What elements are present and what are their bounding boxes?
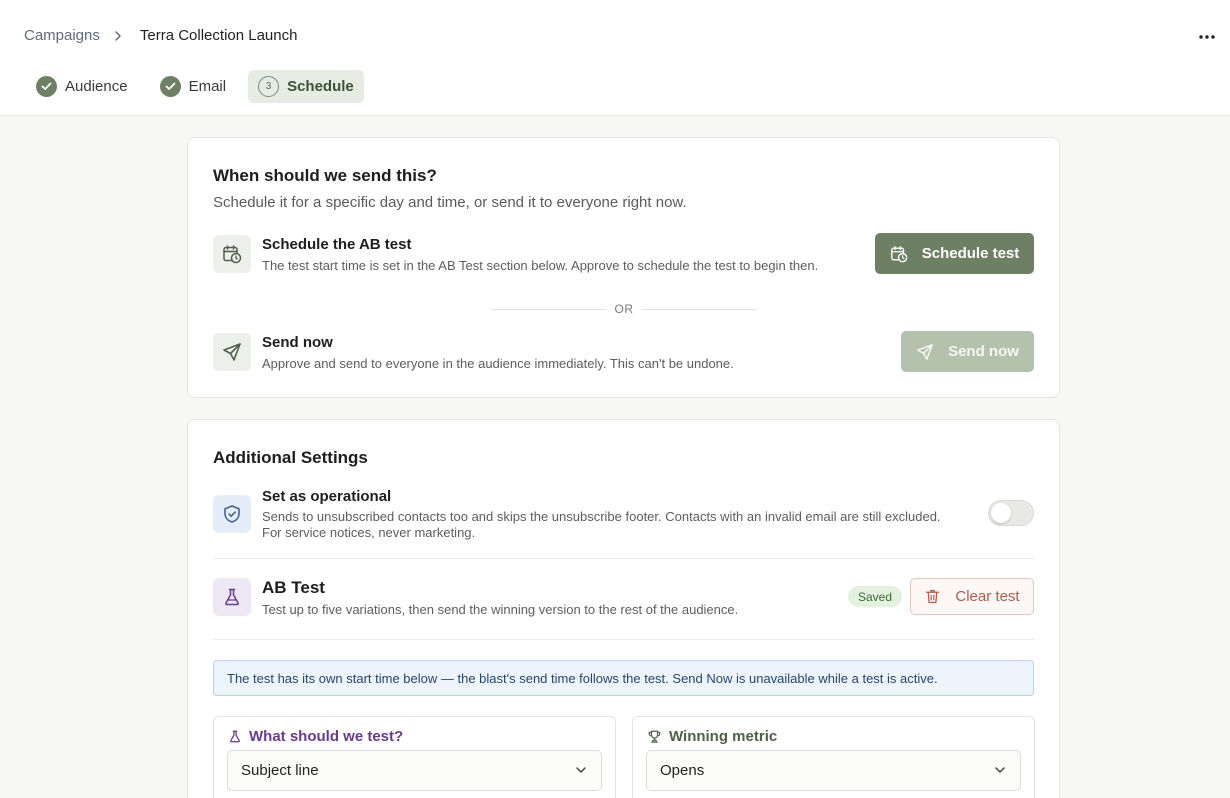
schedule-test-button-label: Schedule test (921, 245, 1020, 262)
step-audience[interactable]: Audience (26, 70, 138, 103)
breadcrumb: Campaigns Terra Collection Launch (24, 27, 297, 44)
card-title: When should we send this? (213, 166, 437, 185)
send-schedule-card: When should we send this? Schedule it fo… (187, 137, 1060, 398)
step-label: Audience (65, 78, 128, 95)
panel-label: Winning metric (669, 728, 778, 745)
toggle-knob (991, 503, 1011, 523)
chevron-down-icon (576, 767, 586, 773)
option-title: Send now (262, 334, 333, 351)
breadcrumb-campaigns-link[interactable]: Campaigns (24, 27, 100, 44)
setting-title: Set as operational (262, 488, 392, 505)
option-description: The test start time is set in the AB Tes… (262, 258, 819, 273)
flask-icon (213, 578, 251, 616)
step-schedule[interactable]: 3 Schedule (248, 70, 364, 103)
ellipsis-icon (1199, 35, 1215, 39)
divider (213, 558, 1034, 559)
option-title: Schedule the AB test (262, 236, 412, 253)
additional-settings-card: Additional Settings Set as operational S… (187, 419, 1060, 798)
check-circle-icon (159, 76, 181, 97)
check-circle-icon (36, 76, 57, 97)
panel-header: What should we test? (228, 728, 403, 745)
chevron-down-icon (995, 767, 1005, 773)
send-icon (917, 343, 933, 360)
chevron-right-icon (114, 30, 122, 42)
card-title: Additional Settings (213, 448, 368, 467)
divider (213, 639, 1034, 640)
select-value: Opens (660, 762, 705, 779)
clear-test-button-label: Clear test (955, 588, 1020, 605)
clear-test-button[interactable]: Clear test (910, 578, 1034, 615)
step-number: 3 (258, 76, 280, 97)
ab-test-notice: The test has its own start time below — … (213, 660, 1034, 696)
send-now-button-label: Send now (948, 343, 1019, 360)
schedule-option: Schedule the AB test The test start time… (213, 233, 1034, 276)
setting-title: AB Test (262, 578, 325, 597)
trophy-icon (648, 730, 661, 743)
trash-icon (926, 589, 940, 604)
option-description: Approve and send to everyone in the audi… (262, 356, 734, 371)
setting-description: Sends to unsubscribed contacts too and s… (262, 509, 941, 524)
send-icon (213, 333, 251, 371)
schedule-test-button[interactable]: Schedule test (875, 233, 1034, 274)
calendar-clock-icon (213, 235, 251, 273)
step-label: Schedule (287, 78, 354, 95)
send-now-option: Send now Approve and send to everyone in… (213, 331, 1034, 374)
operational-toggle[interactable] (988, 500, 1034, 526)
stepper: Audience Email 3 Schedule (26, 70, 376, 103)
more-options-button[interactable] (1196, 26, 1218, 48)
operational-setting: Set as operational Sends to unsubscribed… (213, 488, 1034, 548)
ab-test-setting: AB Test Test up to five variations, then… (213, 578, 1034, 618)
step-email[interactable]: Email (150, 70, 237, 103)
winning-metric-panel: Winning metric Opens (632, 716, 1035, 798)
shield-check-icon (213, 495, 251, 533)
top-bar: Campaigns Terra Collection Launch Audien… (0, 0, 1230, 116)
step-label: Email (188, 78, 227, 95)
panel-header: Winning metric (647, 728, 777, 745)
select-value: Subject line (241, 762, 319, 779)
calendar-clock-icon (890, 245, 908, 262)
test-variable-select[interactable]: Subject line (227, 750, 602, 791)
breadcrumb-current: Terra Collection Launch (139, 27, 298, 44)
or-divider: OR (492, 302, 756, 316)
panel-label: What should we test? (249, 728, 404, 745)
status-badge: Saved (847, 586, 902, 607)
flask-icon (230, 730, 240, 743)
divider-line (642, 309, 756, 310)
winning-metric-select[interactable]: Opens (646, 750, 1021, 791)
setting-description: Test up to five variations, then send th… (262, 602, 739, 617)
send-now-button[interactable]: Send now (901, 331, 1034, 372)
card-subtitle: Schedule it for a specific day and time,… (213, 194, 687, 211)
test-variable-panel: What should we test? Subject line (213, 716, 616, 798)
setting-description-line2: For service notices, never marketing. (262, 525, 476, 540)
